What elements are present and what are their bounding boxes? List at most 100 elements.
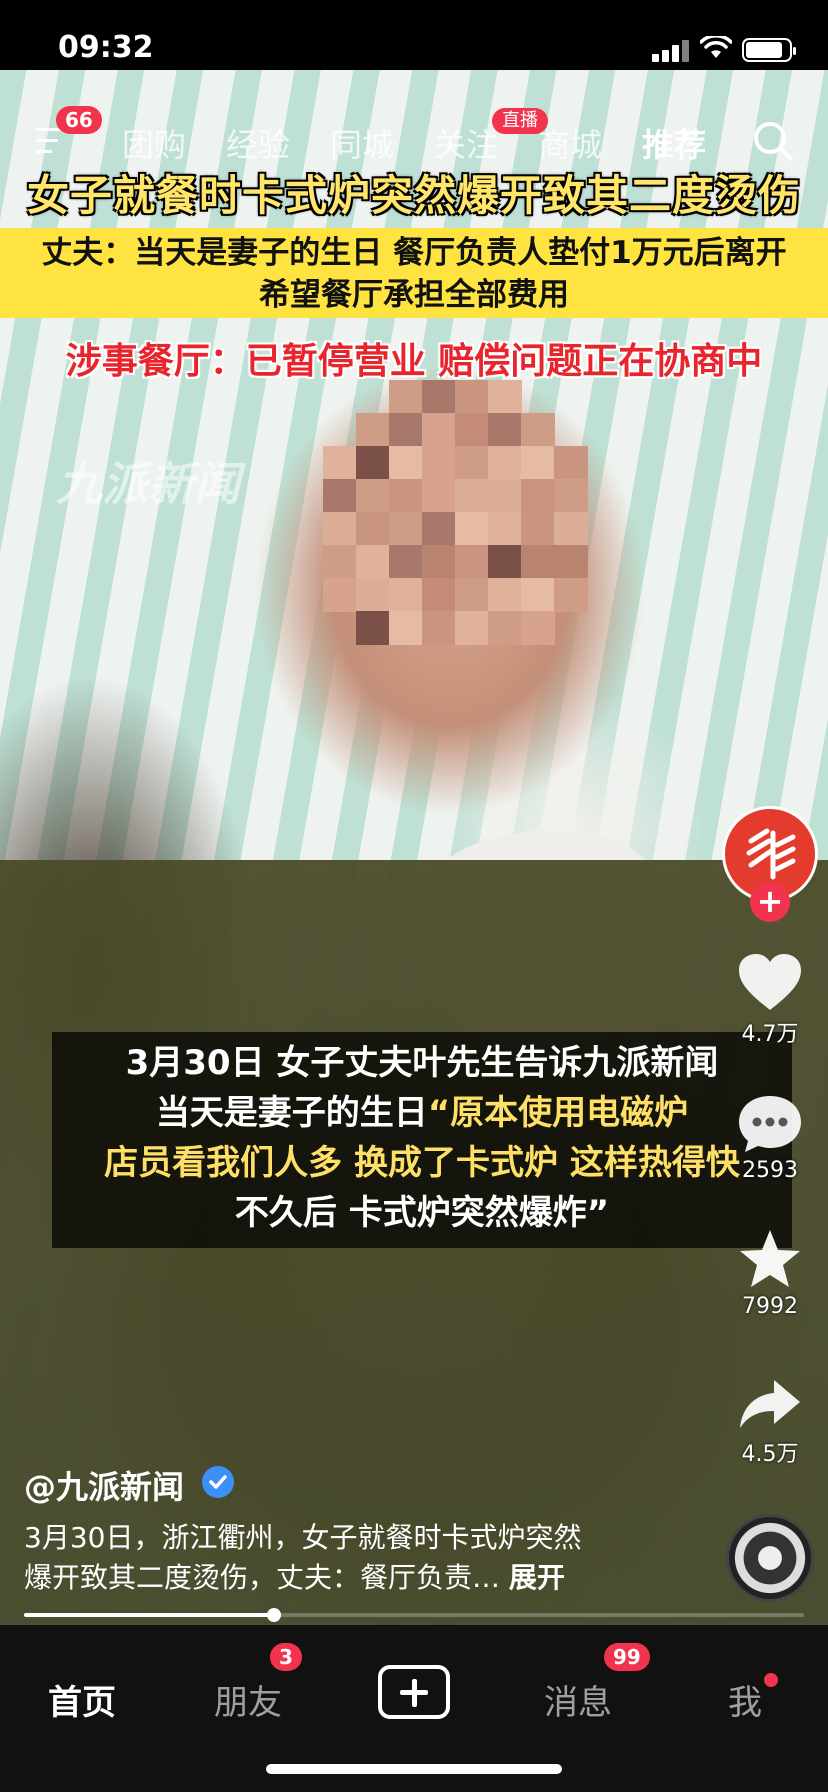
- favorite-button[interactable]: 7992: [728, 1228, 812, 1319]
- video-headline: 女子就餐时卡式炉突然爆开致其二度烫伤: [26, 171, 801, 220]
- share-count: 4.5万: [741, 1442, 799, 1467]
- tab-me[interactable]: 我: [728, 1675, 762, 1724]
- pixel-block: [356, 578, 390, 612]
- pixel-block: [455, 446, 489, 480]
- tab-tuangou[interactable]: 团购: [122, 120, 186, 166]
- pixel-block: [554, 578, 588, 612]
- video-subline-2: 希望餐厅承担全部费用: [259, 277, 569, 313]
- post-description-line-2: 爆开致其二度烫伤，丈夫：餐厅负责…: [24, 1561, 501, 1594]
- pixel-block: [389, 446, 423, 480]
- pixel-block: [521, 413, 555, 447]
- pixel-block: [422, 380, 456, 414]
- pixel-block: [554, 512, 588, 546]
- share-arrow-icon: [740, 1380, 800, 1428]
- pixel-block: [521, 446, 555, 480]
- battery-icon: [742, 38, 796, 62]
- friends-badge: 3: [270, 1643, 302, 1671]
- tab-tuijian[interactable]: 推荐: [642, 120, 706, 166]
- pixel-block: [488, 479, 522, 513]
- pixel-block: [356, 545, 390, 579]
- pixel-block: [422, 512, 456, 546]
- tab-home[interactable]: 首页: [48, 1675, 116, 1724]
- pixel-block: [323, 545, 357, 579]
- pixel-block: [389, 479, 423, 513]
- video-progress-fill: [24, 1613, 274, 1617]
- search-icon[interactable]: [752, 120, 794, 162]
- pixel-block: [521, 578, 555, 612]
- pixel-block: [389, 512, 423, 546]
- tab-guanzhu[interactable]: 关注: [434, 120, 498, 166]
- tab-messages[interactable]: 消息: [544, 1675, 612, 1724]
- comment-button[interactable]: 2593: [728, 1094, 812, 1183]
- pixel-block: [488, 611, 522, 645]
- caption-line-2: 当天是妻子的生日“原本使用电磁炉: [52, 1088, 792, 1138]
- pixel-block: [323, 446, 357, 480]
- pixel-block: [521, 512, 555, 546]
- post-description-line-2-wrap: 爆开致其二度烫伤，丈夫：餐厅负责… 展开: [24, 1558, 644, 1598]
- verified-badge-icon: [202, 1466, 234, 1498]
- comment-count: 2593: [742, 1158, 798, 1183]
- video-caption-box: 3月30日 女子丈夫叶先生告诉九派新闻 当天是妻子的生日“原本使用电磁炉 店员看…: [52, 1032, 792, 1248]
- post-description-line-1: 3月30日，浙江衢州，女子就餐时卡式炉突然: [24, 1521, 582, 1554]
- pixel-block: [488, 512, 522, 546]
- caption-line-2-yellow: “原本使用电磁炉: [427, 1093, 689, 1133]
- pixel-block: [488, 446, 522, 480]
- menu-badge: 66: [56, 106, 102, 134]
- me-notification-dot: [764, 1673, 778, 1687]
- like-button[interactable]: 4.7万: [728, 952, 812, 1048]
- pixel-block: [521, 611, 555, 645]
- tab-friends[interactable]: 朋友: [214, 1675, 282, 1724]
- author-name[interactable]: @九派新闻: [24, 1462, 184, 1508]
- share-button[interactable]: 4.5万: [728, 1376, 812, 1468]
- pixel-block: [323, 578, 357, 612]
- pixel-block: [356, 611, 390, 645]
- wifi-icon: [700, 36, 732, 58]
- pixel-block: [455, 380, 489, 414]
- follow-button[interactable]: +: [750, 882, 790, 922]
- video-progress-bar[interactable]: [24, 1608, 804, 1622]
- heart-icon: [739, 954, 801, 1010]
- pixel-block: [389, 380, 423, 414]
- pixel-block: [422, 446, 456, 480]
- pixel-block: [356, 512, 390, 546]
- tab-jingyan[interactable]: 经验: [226, 120, 290, 166]
- pixel-block: [422, 479, 456, 513]
- cellular-signal-icon: [652, 40, 692, 62]
- pixel-block: [554, 479, 588, 513]
- video-subline-1: 丈夫：当天是妻子的生日 餐厅负责人垫付1万元后离开: [41, 235, 787, 271]
- pixel-block: [455, 479, 489, 513]
- top-nav: 66 团购 经验 同城 关注 商城 推荐: [0, 106, 828, 170]
- home-indicator: [266, 1764, 562, 1774]
- pixel-block: [455, 578, 489, 612]
- like-count: 4.7万: [741, 1022, 799, 1047]
- pixel-block: [389, 578, 423, 612]
- star-icon: [740, 1230, 800, 1287]
- caption-line-4: 不久后 卡式炉突然爆炸”: [234, 1193, 610, 1233]
- caption-line-2-white: 当天是妻子的生日: [155, 1093, 428, 1133]
- pixel-block: [521, 479, 555, 513]
- create-post-button[interactable]: [378, 1665, 450, 1719]
- pixel-block: [422, 578, 456, 612]
- pixel-block: [455, 611, 489, 645]
- status-bar: 09:32: [0, 0, 828, 70]
- favorite-count: 7992: [742, 1294, 798, 1319]
- comment-icon: [739, 1096, 801, 1152]
- caption-line-1: 3月30日 女子丈夫叶先生告诉九派新闻: [125, 1043, 719, 1083]
- brand-logo-icon: [746, 828, 796, 880]
- pixel-block: [422, 413, 456, 447]
- pixel-block: [488, 413, 522, 447]
- pixel-block: [389, 545, 423, 579]
- expand-link[interactable]: 展开: [509, 1561, 565, 1594]
- tab-tongcheng[interactable]: 同城: [330, 120, 394, 166]
- caption-line-3: 店员看我们人多 换成了卡式炉 这样热得快: [104, 1143, 740, 1183]
- tab-shangcheng[interactable]: 商城: [538, 120, 602, 166]
- pixel-block: [422, 545, 456, 579]
- pixel-block: [455, 413, 489, 447]
- pixel-block: [356, 479, 390, 513]
- post-description[interactable]: 3月30日，浙江衢州，女子就餐时卡式炉突然 爆开致其二度烫伤，丈夫：餐厅负责… …: [24, 1518, 644, 1598]
- video-progress-handle[interactable]: [266, 1608, 281, 1622]
- pixel-block: [455, 512, 489, 546]
- pixel-block: [455, 545, 489, 579]
- pixel-block: [521, 545, 555, 579]
- music-disc-icon[interactable]: [726, 1514, 814, 1602]
